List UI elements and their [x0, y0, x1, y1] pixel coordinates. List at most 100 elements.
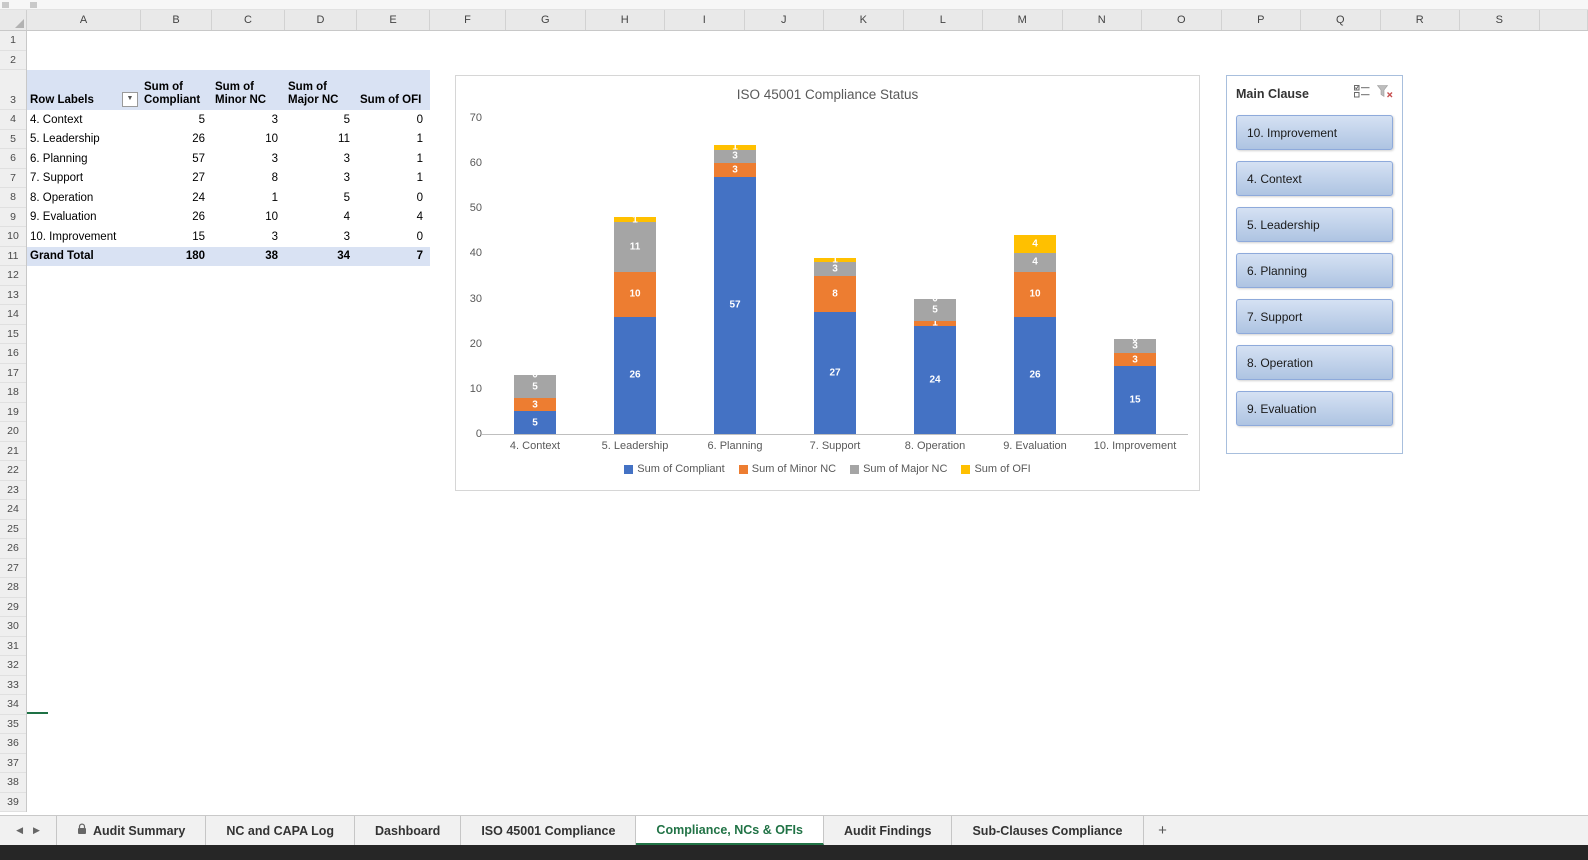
column-header-C[interactable]: C [212, 10, 285, 30]
pivot-cell[interactable]: 1 [212, 188, 285, 208]
bar-segment[interactable]: 5 [514, 411, 556, 434]
column-header-R[interactable]: R [1381, 10, 1460, 30]
row-header-12[interactable]: 12 [0, 266, 26, 286]
pivot-row-label[interactable]: 10. Improvement [27, 227, 141, 247]
pivot-column-header-0[interactable]: Row Labels ▼ [27, 70, 141, 110]
bar-segment[interactable]: 4 [1014, 253, 1056, 272]
column-header-I[interactable]: I [665, 10, 745, 30]
slicer-item[interactable]: 4. Context [1236, 161, 1393, 196]
row-header-34[interactable]: 34 [0, 695, 26, 715]
pivot-cell[interactable]: 3 [285, 227, 357, 247]
slicer-item[interactable]: 6. Planning [1236, 253, 1393, 288]
sheet-scroll-right-icon[interactable]: ▶ [33, 825, 40, 836]
sheet-tab[interactable]: Compliance, NCs & OFIs [636, 816, 824, 845]
row-header-27[interactable]: 27 [0, 559, 26, 578]
pivot-cell[interactable]: 34 [285, 247, 357, 267]
pivot-cell[interactable]: 0 [357, 110, 430, 130]
row-header-25[interactable]: 25 [0, 520, 26, 539]
row-header-18[interactable]: 18 [0, 383, 26, 403]
bar-segment[interactable]: 1 [714, 142, 756, 153]
row-header-3[interactable]: 3 [0, 70, 26, 110]
pivot-cell[interactable]: 5 [285, 188, 357, 208]
row-header-6[interactable]: 6 [0, 149, 26, 169]
row-header-19[interactable]: 19 [0, 403, 26, 422]
pivot-column-header-3[interactable]: Sum of Major NC [285, 70, 357, 110]
row-header-7[interactable]: 7 [0, 169, 26, 188]
sheet-tab[interactable]: Sub-Clauses Compliance [952, 816, 1144, 845]
sheet-tab[interactable]: ISO 45001 Compliance [461, 816, 637, 845]
bar-segment[interactable]: 27 [814, 312, 856, 434]
pivot-cell[interactable]: 15 [141, 227, 212, 247]
pivot-row-label[interactable]: Grand Total [27, 247, 141, 267]
row-header-4[interactable]: 4 [0, 110, 26, 130]
pivot-column-header-2[interactable]: Sum of Minor NC [212, 70, 285, 110]
bar-segment[interactable]: 10 [614, 271, 656, 317]
column-header-G[interactable]: G [506, 10, 586, 30]
row-header-28[interactable]: 28 [0, 578, 26, 598]
column-header-S[interactable]: S [1460, 10, 1540, 30]
slicer-item[interactable]: 8. Operation [1236, 345, 1393, 380]
clear-filter-icon[interactable] [1376, 84, 1393, 104]
column-header-D[interactable]: D [285, 10, 357, 30]
multiselect-icon[interactable] [1354, 85, 1370, 103]
row-header-30[interactable]: 30 [0, 617, 26, 637]
pivot-cell[interactable]: 8 [212, 169, 285, 189]
row-header-1[interactable]: 1 [0, 31, 26, 51]
pivot-cell[interactable]: 0 [357, 188, 430, 208]
pivot-row-label[interactable]: 5. Leadership [27, 130, 141, 150]
column-header-M[interactable]: M [983, 10, 1063, 30]
column-header-J[interactable]: J [745, 10, 824, 30]
row-header-5[interactable]: 5 [0, 130, 26, 149]
row-header-21[interactable]: 21 [0, 442, 26, 461]
pivot-cell[interactable]: 5 [141, 110, 212, 130]
row-header-20[interactable]: 20 [0, 422, 26, 442]
slicer-item[interactable]: 7. Support [1236, 299, 1393, 334]
row-header-26[interactable]: 26 [0, 539, 26, 559]
pivot-cell[interactable]: 38 [212, 247, 285, 267]
column-header-F[interactable]: F [430, 10, 506, 30]
pivot-row-label[interactable]: 9. Evaluation [27, 208, 141, 228]
row-header-2[interactable]: 2 [0, 51, 26, 70]
stacked-bar[interactable]: 57 3 3 1 [714, 118, 756, 434]
pivot-cell[interactable]: 1 [357, 169, 430, 189]
stacked-bar[interactable]: 15 3 3 0 [1114, 118, 1156, 434]
pivot-cell[interactable]: 1 [357, 149, 430, 169]
bar-segment[interactable]: 1 [814, 255, 856, 266]
bar-segment[interactable]: 10 [1014, 271, 1056, 317]
column-header-E[interactable]: E [357, 10, 430, 30]
pivot-cell[interactable]: 0 [357, 227, 430, 247]
pivot-column-header-1[interactable]: Sum of Compliant [141, 70, 212, 110]
column-header-H[interactable]: H [586, 10, 665, 30]
bar-segment[interactable]: 1 [914, 318, 956, 329]
pivot-cell[interactable]: 1 [357, 130, 430, 150]
pivot-cell[interactable]: 10 [212, 130, 285, 150]
column-header-A[interactable]: A [27, 10, 141, 30]
row-header-22[interactable]: 22 [0, 461, 26, 481]
slicer-item[interactable]: 5. Leadership [1236, 207, 1393, 242]
pivot-cell[interactable]: 26 [141, 130, 212, 150]
bar-segment[interactable]: 11 [614, 221, 656, 272]
bar-segment[interactable]: 4 [1014, 235, 1056, 254]
bar-segment[interactable]: 3 [714, 163, 756, 177]
row-header-36[interactable]: 36 [0, 734, 26, 754]
row-header-29[interactable]: 29 [0, 598, 26, 617]
pivot-row-label[interactable]: 7. Support [27, 169, 141, 189]
column-header-Q[interactable]: Q [1301, 10, 1381, 30]
sheet-tab[interactable]: Audit Findings [824, 816, 953, 845]
pivot-cell[interactable]: 26 [141, 208, 212, 228]
pivot-cell[interactable]: 10 [212, 208, 285, 228]
row-header-23[interactable]: 23 [0, 481, 26, 500]
pivot-cell[interactable]: 24 [141, 188, 212, 208]
row-header-32[interactable]: 32 [0, 656, 26, 676]
bar-segment[interactable]: 26 [614, 316, 656, 434]
row-header-39[interactable]: 39 [0, 793, 26, 812]
row-header-33[interactable]: 33 [0, 676, 26, 695]
column-header-P[interactable]: P [1222, 10, 1301, 30]
pivot-column-header-4[interactable]: Sum of OFI [357, 70, 430, 110]
bar-segment[interactable]: 1 [614, 214, 656, 225]
row-header-8[interactable]: 8 [0, 188, 26, 208]
pivot-cell[interactable]: 3 [285, 149, 357, 169]
pivot-row-label[interactable]: 8. Operation [27, 188, 141, 208]
sheet-tab[interactable]: Audit Summary [56, 816, 207, 845]
row-header-9[interactable]: 9 [0, 208, 26, 227]
